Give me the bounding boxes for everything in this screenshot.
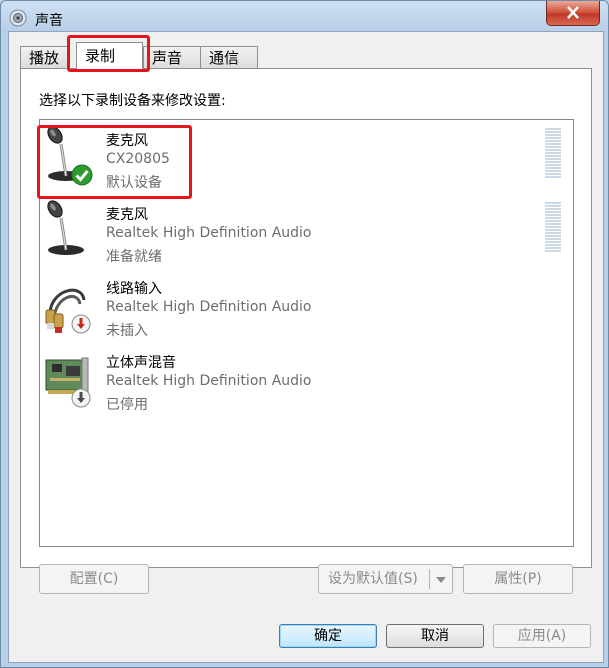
device-description: Realtek High Definition Audio bbox=[106, 225, 312, 241]
recording-device-list[interactable]: 麦克风 CX20805 默认设备 麦克风 Realtek High Defini… bbox=[39, 119, 574, 547]
set-default-button[interactable]: 设为默认值(S) bbox=[318, 564, 453, 594]
close-icon bbox=[567, 6, 579, 19]
set-default-label: 设为默认值(S) bbox=[328, 571, 418, 587]
recording-tab-panel: 选择以下录制设备来修改设置: 麦克风 CX20805 默认设备 麦克风 Real… bbox=[20, 68, 592, 594]
instruction-label: 选择以下录制设备来修改设置: bbox=[39, 93, 226, 109]
device-status: 准备就绪 bbox=[106, 249, 162, 265]
level-meter bbox=[545, 202, 561, 254]
window-title: 声音 bbox=[35, 13, 63, 29]
list-item-microphone-realtek[interactable]: 麦克风 Realtek High Definition Audio 准备就绪 bbox=[40, 196, 573, 266]
tab-sounds[interactable]: 声音 bbox=[143, 46, 201, 68]
device-status: 已停用 bbox=[106, 397, 148, 413]
list-item-stereo-mix[interactable]: 立体声混音 Realtek High Definition Audio 已停用 bbox=[40, 344, 573, 414]
tab-playback[interactable]: 播放 bbox=[20, 46, 68, 68]
ok-button[interactable]: 确定 bbox=[279, 624, 377, 648]
apply-button[interactable]: 应用(A) bbox=[493, 624, 591, 648]
device-status: 未插入 bbox=[106, 323, 148, 339]
cancel-button[interactable]: 取消 bbox=[386, 624, 484, 648]
dialog-client-area: 播放 录制 声音 通信 选择以下录制设备来修改设置: 麦克风 CX20805 默… bbox=[8, 31, 604, 663]
device-name: 线路输入 bbox=[106, 281, 162, 297]
properties-button[interactable]: 属性(P) bbox=[463, 564, 573, 594]
configure-button[interactable]: 配置(C) bbox=[39, 564, 149, 594]
disabled-icon bbox=[71, 388, 91, 408]
list-item-line-in[interactable]: 线路输入 Realtek High Definition Audio 未插入 bbox=[40, 270, 573, 340]
microphone-icon bbox=[47, 200, 84, 255]
title-bar[interactable]: 声音 bbox=[1, 1, 608, 35]
close-button[interactable] bbox=[546, 1, 600, 26]
device-status: 默认设备 bbox=[106, 175, 162, 191]
device-name: 麦克风 bbox=[106, 133, 148, 149]
level-meter bbox=[545, 128, 561, 180]
device-description: CX20805 bbox=[106, 151, 170, 167]
sound-dialog-window: 声音 播放 录制 声音 通信 选择以下录制设备来修改设置: 麦克风 CX2080… bbox=[0, 0, 609, 668]
device-description: Realtek High Definition Audio bbox=[106, 373, 312, 389]
split-divider bbox=[429, 569, 430, 589]
tab-communications[interactable]: 通信 bbox=[200, 46, 258, 68]
device-name: 麦克风 bbox=[106, 207, 148, 223]
chevron-down-icon[interactable] bbox=[436, 577, 446, 583]
unplugged-icon bbox=[71, 314, 91, 334]
tab-recording[interactable]: 录制 bbox=[76, 42, 143, 69]
speaker-icon bbox=[9, 9, 27, 27]
default-check-icon bbox=[71, 164, 93, 186]
device-description: Realtek High Definition Audio bbox=[106, 299, 312, 315]
device-name: 立体声混音 bbox=[106, 355, 176, 371]
list-item-microphone-cx20805[interactable]: 麦克风 CX20805 默认设备 bbox=[40, 122, 573, 192]
